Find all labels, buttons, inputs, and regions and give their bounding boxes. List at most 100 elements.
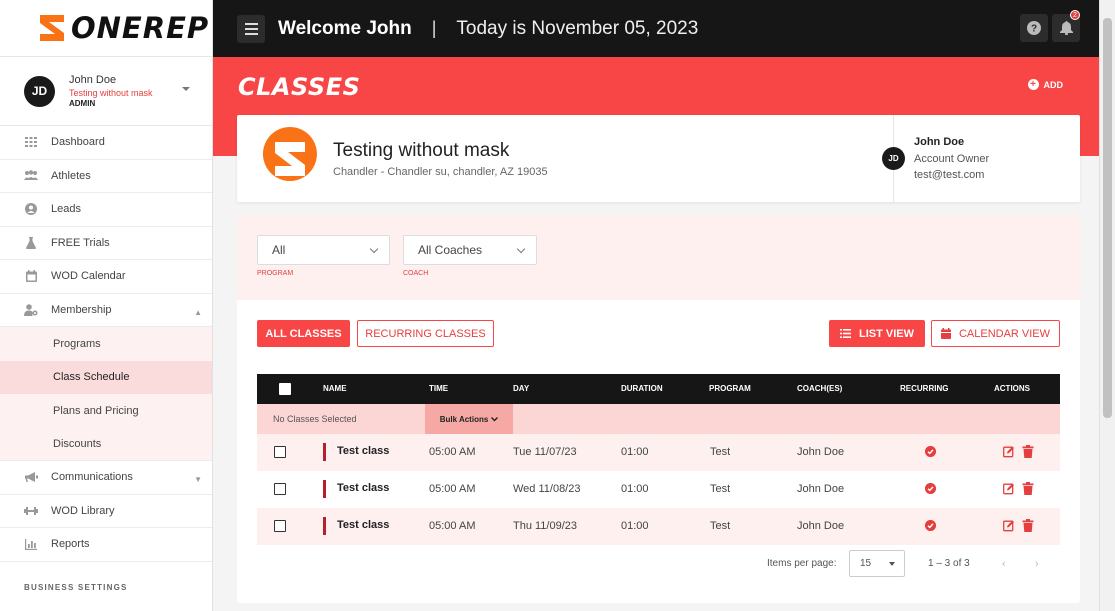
sidebar-item-reports[interactable]: Reports — [0, 528, 212, 562]
sidebar-item-free-trials[interactable]: FREE Trials — [0, 227, 212, 260]
bulk-actions-button[interactable]: Bulk Actions — [425, 404, 513, 434]
scrollbar-thumb[interactable] — [1103, 18, 1112, 418]
topbar-separator: | — [431, 18, 437, 38]
help-icon: ? — [1027, 21, 1041, 35]
row-checkbox[interactable] — [274, 483, 286, 495]
add-button-label: ADD — [1043, 79, 1064, 90]
all-classes-tab[interactable]: ALL CLASSES — [257, 320, 350, 347]
sidebar-item-label: Communications — [51, 471, 133, 484]
sidebar-item-athletes[interactable]: Athletes — [0, 160, 212, 193]
coach-label: COACH — [403, 270, 429, 277]
user-profile-menu[interactable]: JD John Doe Testing without mask ADMIN — [0, 57, 212, 126]
class-coach: John Doe — [797, 520, 845, 532]
column-header-name[interactable]: NAME — [323, 384, 347, 393]
bell-icon — [1059, 21, 1073, 35]
sidebar-subitem-label: Plans and Pricing — [53, 404, 139, 417]
previous-page-icon[interactable]: ‹ — [1002, 558, 1006, 570]
class-name[interactable]: Test class — [337, 519, 389, 531]
class-color-bar — [323, 480, 326, 498]
brand-logo[interactable]: ONEREP — [0, 0, 212, 57]
class-color-bar — [323, 517, 326, 535]
class-time: 05:00 AM — [429, 446, 476, 458]
paginator: Items per page: 15 1 – 3 of 3 ‹ › — [257, 548, 1060, 580]
class-day: Wed 11/08/23 — [513, 483, 581, 495]
column-header-coaches[interactable]: COACH(ES) — [797, 384, 842, 393]
svg-text:?: ? — [1031, 24, 1037, 35]
topbar: Welcome John | Today is November 05, 202… — [213, 0, 1099, 57]
table-row[interactable]: Test class 05:00 AM Wed 11/08/23 01:00 T… — [257, 471, 1060, 508]
sidebar-item-label: Dashboard — [51, 136, 105, 149]
sidebar-item-communications[interactable]: Communications ▼ — [0, 461, 212, 495]
calendar-view-label: CALENDAR VIEW — [958, 327, 1051, 340]
owner-role: Account Owner — [914, 153, 990, 165]
trash-icon[interactable] — [1022, 519, 1034, 532]
class-duration: 01:00 — [621, 520, 649, 532]
owner-avatar: JD — [882, 147, 905, 170]
row-checkbox[interactable] — [274, 520, 286, 532]
chart-icon — [24, 537, 38, 551]
calendar-view-button[interactable]: CALENDAR VIEW — [931, 320, 1060, 347]
page-scrollbar[interactable] — [1099, 0, 1115, 611]
list-view-button[interactable]: LIST VIEW — [829, 320, 925, 347]
items-per-page-select[interactable]: 15 — [849, 550, 905, 577]
sidebar-subitem-plans-pricing[interactable]: Plans and Pricing — [0, 394, 212, 428]
notifications-button[interactable]: 2 — [1052, 10, 1080, 42]
class-color-bar — [323, 443, 326, 461]
column-header-day[interactable]: DAY — [513, 384, 529, 393]
class-program: Test — [710, 446, 731, 458]
owner-email[interactable]: test@test.com — [914, 169, 984, 181]
edit-icon[interactable] — [1003, 519, 1015, 532]
edit-icon[interactable] — [1003, 482, 1015, 495]
column-header-time[interactable]: TIME — [429, 384, 448, 393]
table-row[interactable]: Test class 05:00 AM Tue 11/07/23 01:00 T… — [257, 434, 1060, 471]
sidebar-item-leads[interactable]: Leads — [0, 193, 212, 227]
sidebar-subitem-label: Class Schedule — [53, 371, 130, 384]
section-heading-business-settings: BUSINESS SETTINGS — [24, 583, 128, 592]
column-header-actions: ACTIONS — [994, 384, 1030, 393]
list-icon — [840, 329, 851, 338]
trash-icon[interactable] — [1022, 482, 1034, 495]
program-select[interactable]: All — [257, 235, 390, 265]
next-page-icon[interactable]: › — [1035, 558, 1039, 570]
column-header-program[interactable]: PROGRAM — [709, 384, 751, 393]
coach-select[interactable]: All Coaches — [403, 235, 537, 265]
sidebar-item-wod-calendar[interactable]: WOD Calendar — [0, 260, 212, 294]
table-row[interactable]: Test class 05:00 AM Thu 11/09/23 01:00 T… — [257, 508, 1060, 545]
class-name[interactable]: Test class — [337, 482, 389, 494]
user-name: John Doe — [69, 74, 117, 86]
sidebar-item-wod-library[interactable]: WOD Library — [0, 495, 212, 528]
column-header-recurring[interactable]: RECURRING — [900, 384, 948, 393]
recurring-classes-tab[interactable]: RECURRING CLASSES — [357, 320, 494, 347]
onerep-logo-icon — [40, 15, 64, 41]
sidebar-subitem-programs[interactable]: Programs — [0, 327, 212, 361]
gym-info-card: Testing without mask Chandler - Chandler… — [237, 115, 1080, 202]
sidebar-subitem-discounts[interactable]: Discounts — [0, 427, 212, 461]
flask-icon — [24, 236, 38, 250]
user-gym: Testing without mask — [69, 88, 153, 98]
sidebar-subitem-class-schedule[interactable]: Class Schedule — [0, 360, 212, 394]
plus-icon: + — [1027, 79, 1039, 90]
program-label: PROGRAM — [257, 270, 294, 277]
trash-icon[interactable] — [1022, 445, 1034, 458]
bulk-actions-bar: No Classes Selected Bulk Actions — [257, 404, 1060, 434]
calendar-icon — [24, 269, 38, 283]
select-all-checkbox[interactable] — [279, 383, 291, 395]
class-program: Test — [710, 520, 731, 532]
chevron-down-icon — [516, 244, 526, 254]
chevron-down-icon[interactable] — [182, 87, 190, 91]
sidebar-item-label: WOD Calendar — [51, 270, 126, 283]
hamburger-menu-icon[interactable] — [237, 14, 265, 43]
calendar-icon — [940, 328, 951, 339]
edit-icon[interactable] — [1003, 445, 1015, 458]
class-time: 05:00 AM — [429, 483, 476, 495]
people-icon — [24, 169, 38, 183]
chevron-down-icon: ▼ — [194, 475, 202, 484]
row-checkbox[interactable] — [274, 446, 286, 458]
class-name[interactable]: Test class — [337, 445, 389, 457]
help-button[interactable]: ? — [1020, 14, 1048, 42]
add-button[interactable]: + ADD — [1027, 79, 1064, 90]
class-duration: 01:00 — [621, 483, 649, 495]
sidebar-item-dashboard[interactable]: Dashboard — [0, 126, 212, 160]
sidebar-item-membership[interactable]: Membership ▲ — [0, 294, 212, 327]
column-header-duration[interactable]: DURATION — [621, 384, 663, 393]
